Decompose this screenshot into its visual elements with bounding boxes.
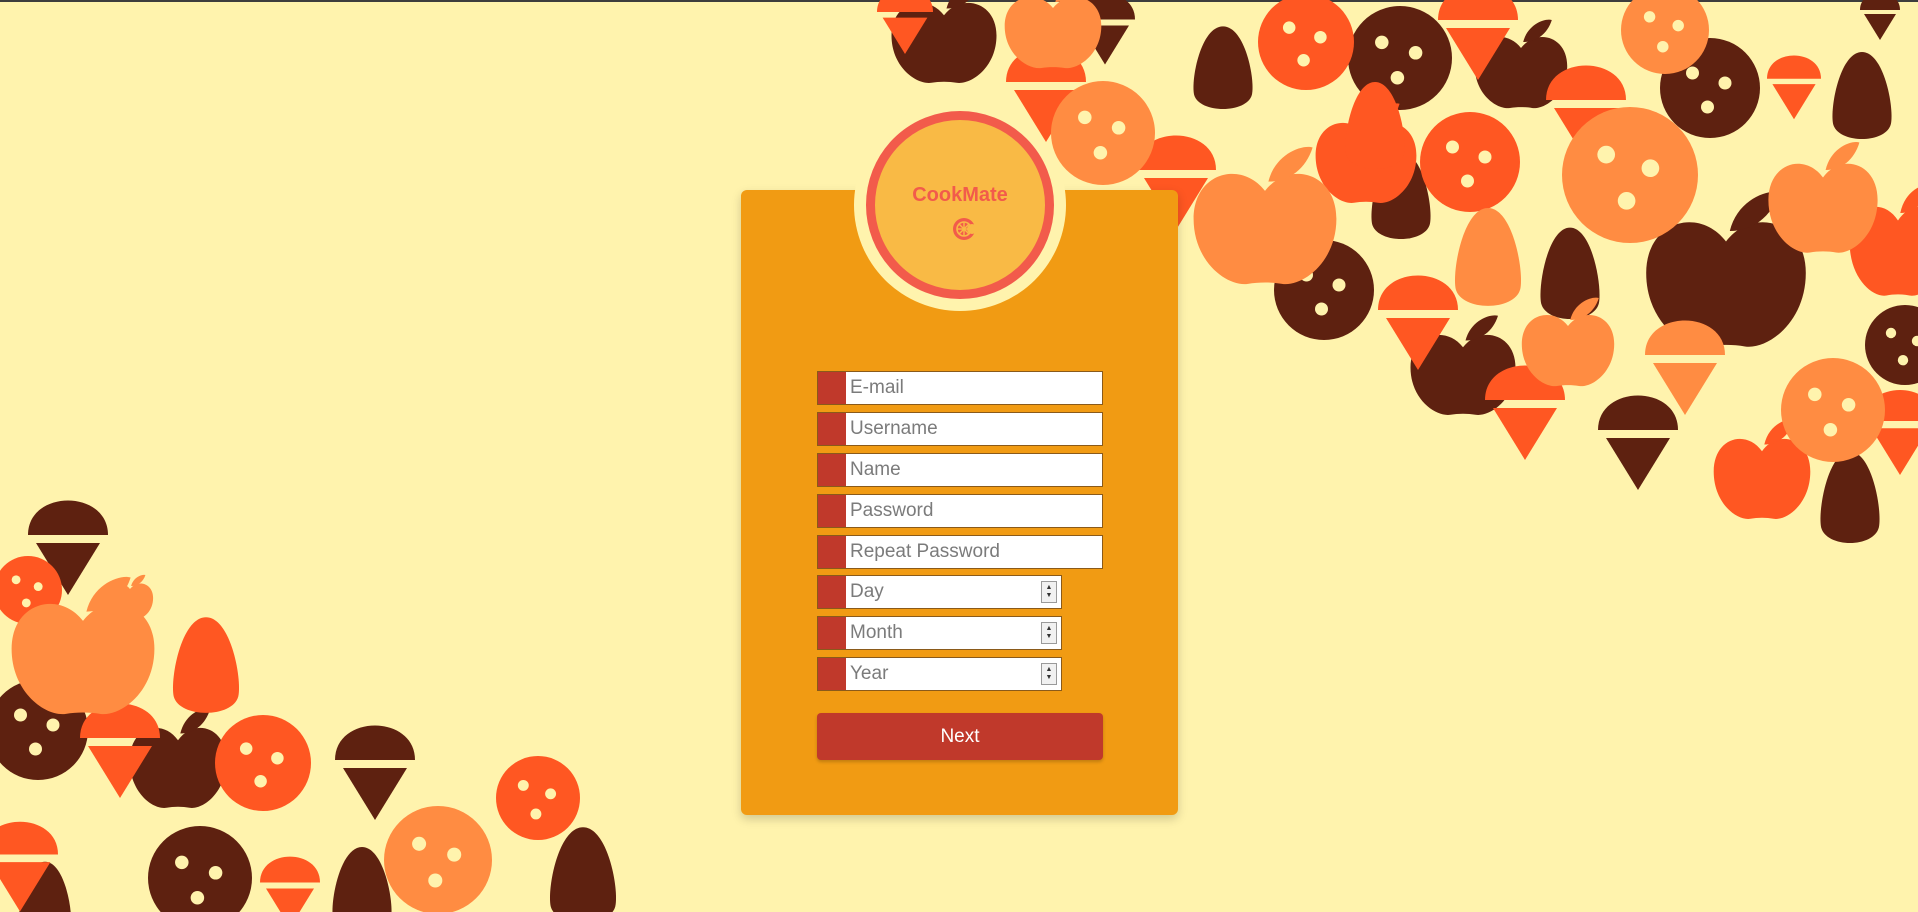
username-input[interactable] <box>846 413 1102 445</box>
password-input[interactable] <box>846 495 1102 527</box>
day-spinner[interactable]: ▲ ▼ <box>1041 581 1057 603</box>
field-accent <box>818 617 846 649</box>
field-accent <box>818 658 846 690</box>
password-field <box>817 494 1103 528</box>
field-accent <box>818 413 846 445</box>
spin-down-icon: ▼ <box>1045 633 1053 640</box>
spin-up-icon: ▲ <box>1045 625 1053 632</box>
next-button[interactable]: Next <box>817 713 1103 760</box>
spin-down-icon: ▼ <box>1045 592 1053 599</box>
field-accent <box>818 372 846 404</box>
orange-slice-icon <box>953 218 977 240</box>
field-accent <box>818 576 846 608</box>
month-input[interactable] <box>846 617 1041 649</box>
field-accent <box>818 536 846 568</box>
email-input[interactable] <box>846 372 1102 404</box>
logo-text: CookMate <box>912 184 1008 206</box>
repeat-password-input[interactable] <box>846 536 1102 568</box>
spin-down-icon: ▼ <box>1045 674 1053 681</box>
spin-up-icon: ▲ <box>1045 666 1053 673</box>
email-field <box>817 371 1103 405</box>
field-accent <box>818 495 846 527</box>
field-accent <box>818 454 846 486</box>
year-spinner[interactable]: ▲ ▼ <box>1041 663 1057 685</box>
username-field <box>817 412 1103 446</box>
month-spinner[interactable]: ▲ ▼ <box>1041 622 1057 644</box>
name-field <box>817 453 1103 487</box>
month-field: ▲▼ <box>817 616 1062 650</box>
year-field: ▲▼ <box>817 657 1062 691</box>
spin-up-icon: ▲ <box>1045 584 1053 591</box>
day-field: ▲▼ <box>817 575 1062 609</box>
year-input[interactable] <box>846 658 1041 690</box>
repeat-password-field <box>817 535 1103 569</box>
name-input[interactable] <box>846 454 1102 486</box>
day-input[interactable] <box>846 576 1041 608</box>
cookmate-logo: CookMate <box>866 111 1054 299</box>
